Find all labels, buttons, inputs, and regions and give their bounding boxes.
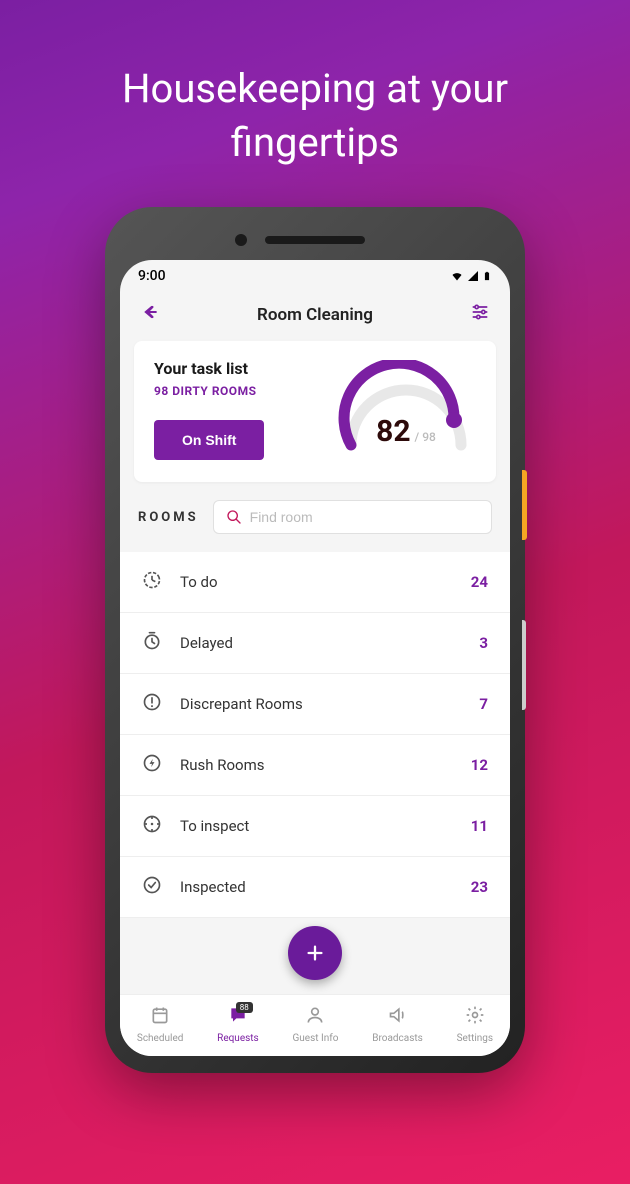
list-item-rush[interactable]: Rush Rooms 12 <box>120 735 510 796</box>
user-icon <box>305 1005 325 1030</box>
page-title: Room Cleaning <box>257 305 373 325</box>
phone-frame: 9:00 Room Cleaning Your task list 98 DIR… <box>108 210 522 1070</box>
app-screen: 9:00 Room Cleaning Your task list 98 DIR… <box>120 260 510 1056</box>
phone-speaker <box>265 236 365 244</box>
signal-icon <box>466 270 480 282</box>
list-item-todo[interactable]: To do 24 <box>120 552 510 613</box>
list-item-delayed[interactable]: Delayed 3 <box>120 613 510 674</box>
add-button[interactable] <box>288 926 342 980</box>
phone-side-button2 <box>522 620 526 710</box>
back-icon[interactable] <box>138 302 162 327</box>
list-count: 24 <box>471 573 488 591</box>
list-label: Inspected <box>180 878 471 896</box>
bottom-nav: Scheduled 88 Requests Guest Info Broadc <box>120 994 510 1056</box>
search-box[interactable] <box>213 500 492 534</box>
app-header: Room Cleaning <box>120 288 510 341</box>
search-input[interactable] <box>250 509 479 525</box>
rush-icon <box>142 753 164 777</box>
filter-icon[interactable] <box>468 302 492 327</box>
nav-label: Settings <box>457 1033 494 1044</box>
list-count: 7 <box>479 695 488 713</box>
list-item-inspected[interactable]: Inspected 23 <box>120 857 510 918</box>
phone-camera <box>235 234 247 246</box>
nav-label: Scheduled <box>137 1033 184 1044</box>
on-shift-button[interactable]: On Shift <box>154 420 264 460</box>
list-label: Discrepant Rooms <box>180 695 479 713</box>
status-time: 9:00 <box>138 268 166 284</box>
nav-label: Broadcasts <box>372 1033 423 1044</box>
task-card-subtitle: 98 DIRTY ROOMS <box>154 384 316 398</box>
delayed-icon <box>142 631 164 655</box>
marketing-headline: Housekeeping at your fingertips <box>0 0 630 170</box>
gear-icon <box>465 1005 485 1030</box>
list-count: 3 <box>479 634 488 652</box>
list-label: Rush Rooms <box>180 756 471 774</box>
nav-settings[interactable]: Settings <box>457 1005 494 1044</box>
todo-icon <box>142 570 164 594</box>
list-count: 12 <box>471 756 488 774</box>
nav-label: Requests <box>217 1033 259 1044</box>
plus-icon <box>304 942 326 964</box>
gauge-value: 82 <box>376 414 410 449</box>
rooms-header: ROOMS <box>120 482 510 544</box>
list-label: To do <box>180 573 471 591</box>
list-count: 23 <box>471 878 488 896</box>
phone-side-button <box>522 470 527 540</box>
list-label: To inspect <box>180 817 471 835</box>
search-icon <box>226 509 242 525</box>
task-card: Your task list 98 DIRTY ROOMS On Shift 8… <box>134 341 496 482</box>
inspect-icon <box>142 814 164 838</box>
list-item-discrepant[interactable]: Discrepant Rooms 7 <box>120 674 510 735</box>
requests-badge: 88 <box>236 1002 253 1013</box>
wifi-icon <box>450 270 464 282</box>
nav-label: Guest Info <box>292 1033 338 1044</box>
nav-scheduled[interactable]: Scheduled <box>137 1005 184 1044</box>
task-card-title: Your task list <box>154 359 316 378</box>
status-icons <box>450 269 492 283</box>
megaphone-icon <box>388 1005 408 1030</box>
list-item-inspect[interactable]: To inspect 11 <box>120 796 510 857</box>
progress-gauge: 82 / 98 <box>336 360 476 460</box>
nav-broadcasts[interactable]: Broadcasts <box>372 1005 423 1044</box>
gauge-max: / 98 <box>415 430 436 444</box>
list-count: 11 <box>471 817 488 835</box>
nav-requests[interactable]: 88 Requests <box>217 1005 259 1044</box>
status-bar: 9:00 <box>120 260 510 288</box>
alert-icon <box>142 692 164 716</box>
nav-guest[interactable]: Guest Info <box>292 1005 338 1044</box>
rooms-section-label: ROOMS <box>138 510 199 525</box>
check-icon <box>142 875 164 899</box>
calendar-icon <box>150 1005 170 1030</box>
list-label: Delayed <box>180 634 479 652</box>
battery-icon <box>482 269 492 283</box>
rooms-list: To do 24 Delayed 3 Discrepant Rooms 7 <box>120 552 510 918</box>
